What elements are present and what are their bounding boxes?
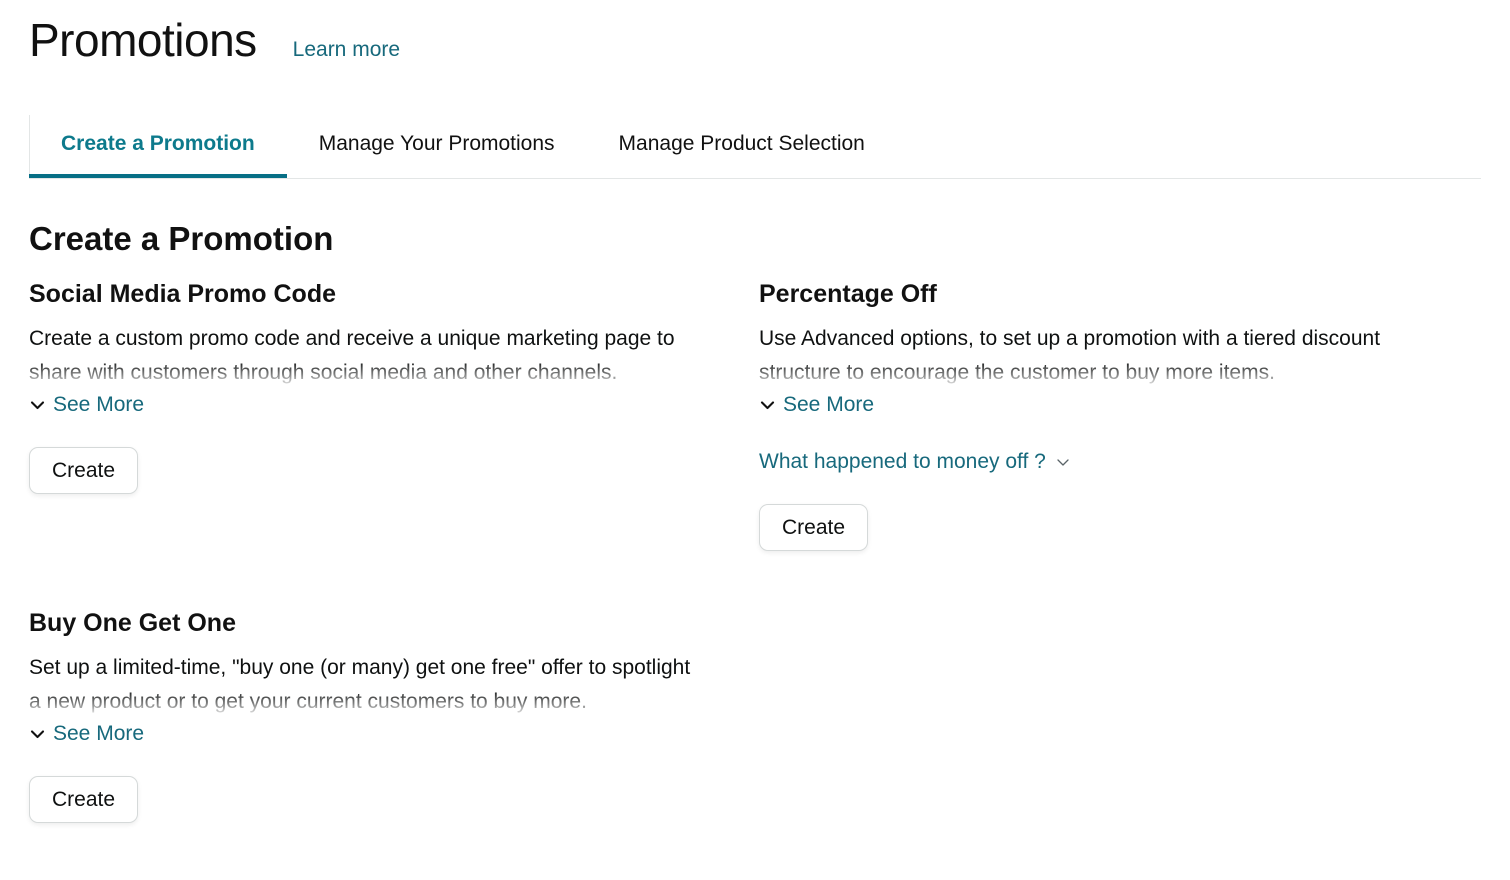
card-description: Create a custom promo code and receive a… [29, 322, 697, 388]
promotion-card-social-media-promo-code: Social Media Promo Code Create a custom … [29, 278, 697, 551]
card-description: Use Advanced options, to set up a promot… [759, 322, 1427, 388]
chevron-down-icon [1055, 454, 1071, 470]
card-actions: Create [29, 419, 697, 494]
see-more-label: See More [53, 391, 144, 419]
card-description: Set up a limited-time, "buy one (or many… [29, 651, 697, 717]
see-more-label: See More [53, 720, 144, 748]
see-more-toggle[interactable]: See More [29, 391, 144, 419]
card-actions: Create [29, 748, 697, 823]
money-off-expander[interactable]: What happened to money off ? [759, 448, 1071, 476]
tab-bar: Create a Promotion Manage Your Promotion… [29, 115, 1481, 179]
page-header: Promotions Learn more [29, 12, 400, 68]
tab-manage-product-selection[interactable]: Manage Product Selection [587, 115, 897, 178]
promotion-card-buy-one-get-one: Buy One Get One Set up a limited-time, "… [29, 607, 697, 823]
card-actions: Create [759, 476, 1427, 551]
card-title: Social Media Promo Code [29, 278, 697, 310]
see-more-label: See More [783, 391, 874, 419]
see-more-toggle[interactable]: See More [759, 391, 874, 419]
chevron-down-icon [29, 397, 46, 414]
create-button[interactable]: Create [759, 504, 868, 551]
see-more-toggle[interactable]: See More [29, 720, 144, 748]
money-off-label: What happened to money off ? [759, 448, 1046, 476]
create-button[interactable]: Create [29, 776, 138, 823]
create-button[interactable]: Create [29, 447, 138, 494]
tab-manage-your-promotions[interactable]: Manage Your Promotions [287, 115, 587, 178]
tab-create-a-promotion[interactable]: Create a Promotion [29, 115, 287, 178]
chevron-down-icon [759, 397, 776, 414]
promotion-cards-grid: Social Media Promo Code Create a custom … [29, 278, 1481, 823]
card-title: Percentage Off [759, 278, 1427, 310]
promotion-card-percentage-off: Percentage Off Use Advanced options, to … [759, 278, 1427, 551]
tab-bar-baseline [29, 178, 1481, 179]
page-title: Promotions [29, 12, 257, 68]
learn-more-link[interactable]: Learn more [293, 38, 400, 62]
section-title: Create a Promotion [29, 218, 333, 260]
empty-grid-cell [759, 607, 1427, 823]
chevron-down-icon [29, 726, 46, 743]
card-title: Buy One Get One [29, 607, 697, 639]
